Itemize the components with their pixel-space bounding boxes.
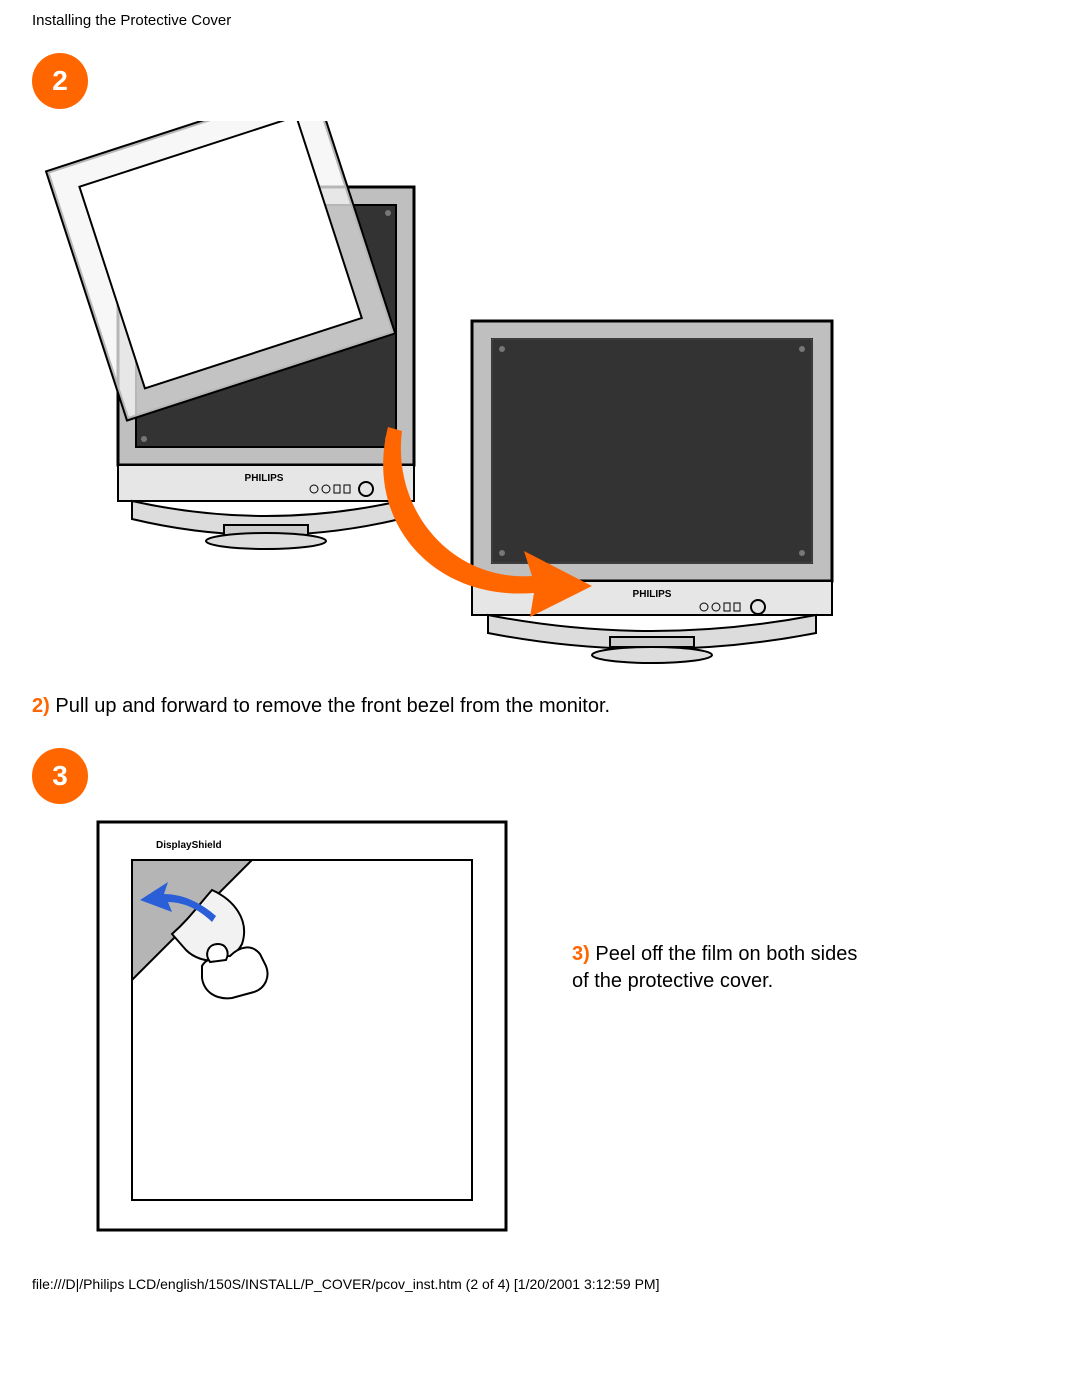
step-2-figure-row: PHILIPS bbox=[32, 121, 1048, 681]
transition-arrow-icon bbox=[382, 421, 602, 621]
step-3-number: 3) bbox=[572, 943, 590, 965]
step-2-badge: 2 bbox=[32, 53, 88, 109]
monitor-remove-bezel-illustration: PHILIPS bbox=[32, 121, 432, 551]
step-3-instruction: 3) Peel off the film on both sides of th… bbox=[572, 941, 872, 995]
step-3-badge: 3 bbox=[32, 748, 88, 804]
svg-text:DisplayShield: DisplayShield bbox=[156, 840, 222, 851]
step-2-text: Pull up and forward to remove the front … bbox=[50, 695, 610, 717]
step-2-number: 2) bbox=[32, 695, 50, 717]
step-3-figure-row: DisplayShield 3) Peel off the film on bo… bbox=[32, 816, 1048, 1256]
svg-text:PHILIPS: PHILIPS bbox=[633, 589, 672, 600]
footer-file-path: file:///D|/Philips LCD/english/150S/INST… bbox=[32, 1276, 1048, 1292]
step-3-text: Peel off the film on both sides of the p… bbox=[572, 943, 857, 992]
page-title: Installing the Protective Cover bbox=[32, 12, 1048, 29]
step-2-instruction: 2) Pull up and forward to remove the fro… bbox=[32, 693, 1048, 720]
peel-film-illustration: DisplayShield bbox=[92, 816, 512, 1236]
svg-text:PHILIPS: PHILIPS bbox=[245, 473, 284, 484]
document-page: Installing the Protective Cover 2 PHILIP… bbox=[0, 0, 1080, 1316]
